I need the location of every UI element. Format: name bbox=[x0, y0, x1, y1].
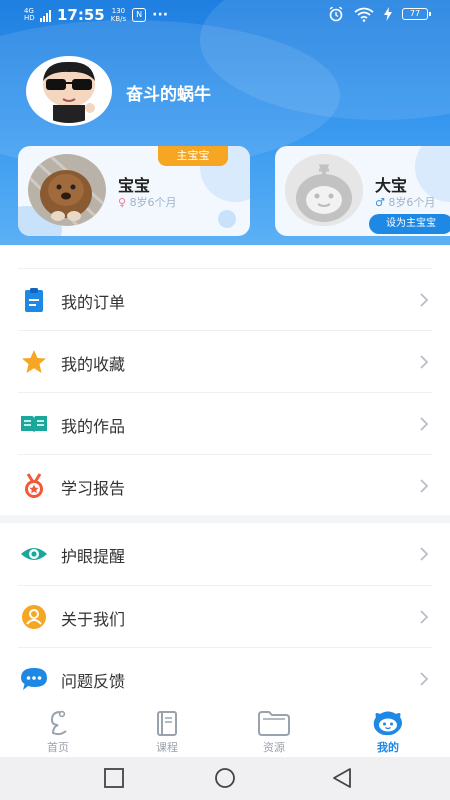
chevron-right-icon bbox=[420, 672, 429, 686]
alarm-icon bbox=[329, 6, 343, 22]
chevron-right-icon bbox=[420, 610, 429, 624]
menu-item-eye-care[interactable]: 护眼提醒 bbox=[18, 523, 432, 585]
child-name: 宝宝 bbox=[118, 176, 151, 195]
menu-group-account: 我的订单 我的收藏 我的作品 学习报告 bbox=[0, 268, 450, 516]
menu-label: 问题反馈 bbox=[61, 672, 126, 691]
chevron-right-icon bbox=[420, 547, 429, 561]
net-speed: 130 KB/s bbox=[111, 7, 126, 23]
tab-home[interactable]: 首页 bbox=[13, 709, 103, 755]
main-child-badge: 主宝宝 bbox=[158, 146, 228, 166]
menu-item-about-us[interactable]: 关于我们 bbox=[18, 585, 432, 647]
signal-icon bbox=[40, 10, 51, 22]
tab-label: 课程 bbox=[156, 741, 178, 754]
home-icon bbox=[50, 710, 67, 736]
network-indicator: 4G HD bbox=[24, 8, 51, 22]
wifi-icon bbox=[354, 7, 374, 22]
chevron-right-icon bbox=[420, 417, 429, 431]
female-icon: ♀ bbox=[118, 196, 127, 209]
chevron-right-icon bbox=[420, 293, 429, 307]
charging-icon bbox=[384, 7, 392, 21]
child-age-row: ♀ 8岁6个月 bbox=[118, 194, 177, 210]
cartoon-avatar-image bbox=[29, 59, 109, 123]
star-icon bbox=[22, 350, 46, 373]
card-decoration bbox=[218, 210, 236, 228]
system-navigation-bar bbox=[0, 757, 450, 800]
child-name: 大宝 bbox=[375, 176, 408, 195]
set-main-child-button[interactable]: 设为主宝宝 bbox=[369, 214, 450, 234]
medal-icon bbox=[25, 473, 43, 498]
section-divider bbox=[0, 515, 450, 523]
child-age: 8岁6个月 bbox=[388, 196, 436, 209]
eye-icon bbox=[21, 548, 47, 560]
menu-item-works[interactable]: 我的作品 bbox=[18, 392, 432, 454]
menu-label: 我的作品 bbox=[61, 417, 126, 436]
male-icon: ♂ bbox=[375, 196, 385, 209]
child-age-row: ♂ 8岁6个月 bbox=[375, 194, 435, 210]
more-notifications-icon: ··· bbox=[152, 7, 169, 23]
child-card[interactable]: 大宝 ♂ 8岁6个月 设为主宝宝 bbox=[275, 146, 450, 236]
recent-apps-icon[interactable] bbox=[102, 767, 126, 789]
folder-icon bbox=[258, 711, 290, 736]
open-book-icon bbox=[21, 416, 47, 433]
menu-label: 护眼提醒 bbox=[61, 547, 126, 566]
menu-label: 我的订单 bbox=[61, 293, 126, 312]
child-age: 8岁6个月 bbox=[129, 196, 177, 209]
username: 奋斗的蜗牛 bbox=[126, 85, 211, 105]
nfc-icon: N bbox=[132, 8, 147, 22]
back-icon[interactable] bbox=[330, 767, 354, 789]
network-type: 4G HD bbox=[24, 7, 35, 22]
user-avatar[interactable] bbox=[26, 56, 112, 126]
tab-label: 我的 bbox=[377, 741, 399, 754]
menu-item-study-report[interactable]: 学习报告 bbox=[18, 454, 432, 516]
mine-face-icon bbox=[373, 711, 402, 736]
net-speed-value: 130 bbox=[111, 7, 126, 15]
status-bar: 4G HD 17:55 130 KB/s N ··· 77 bbox=[0, 0, 450, 30]
clipboard-icon bbox=[25, 288, 43, 312]
clock: 17:55 bbox=[57, 6, 105, 24]
chevron-right-icon bbox=[420, 479, 429, 493]
tab-label: 首页 bbox=[47, 741, 69, 754]
chevron-right-icon bbox=[420, 355, 429, 369]
child-avatar bbox=[28, 154, 106, 226]
home-button-icon[interactable] bbox=[213, 767, 237, 789]
menu-label: 关于我们 bbox=[61, 610, 126, 629]
menu-group-settings: 护眼提醒 关于我们 问题反馈 bbox=[0, 523, 450, 709]
bottom-tab-bar: 首页 课程 资源 我的 bbox=[0, 705, 450, 757]
child-card[interactable]: 宝宝 ♀ 8岁6个月 主宝宝 bbox=[18, 146, 250, 236]
tab-resources[interactable]: 资源 bbox=[229, 709, 319, 755]
profile-header: 4G HD 17:55 130 KB/s N ··· 77 奋斗的蜗牛 宝宝 ♀… bbox=[0, 0, 450, 245]
tab-label: 资源 bbox=[263, 741, 285, 754]
net-speed-unit: KB/s bbox=[110, 15, 127, 23]
chat-bubble-icon bbox=[21, 668, 47, 690]
child-avatar bbox=[285, 154, 363, 226]
tab-mine[interactable]: 我的 bbox=[343, 709, 433, 755]
default-avatar-image bbox=[285, 154, 363, 226]
menu-item-orders[interactable]: 我的订单 bbox=[18, 268, 432, 330]
menu-item-favorites[interactable]: 我的收藏 bbox=[18, 330, 432, 392]
person-icon bbox=[22, 605, 46, 629]
puppy-photo bbox=[28, 154, 106, 226]
menu-label: 我的收藏 bbox=[61, 355, 126, 374]
menu-item-feedback[interactable]: 问题反馈 bbox=[18, 647, 432, 709]
book-icon bbox=[157, 711, 177, 736]
tab-courses[interactable]: 课程 bbox=[122, 709, 212, 755]
battery-icon: 77 bbox=[402, 8, 431, 20]
menu-label: 学习报告 bbox=[61, 479, 126, 498]
